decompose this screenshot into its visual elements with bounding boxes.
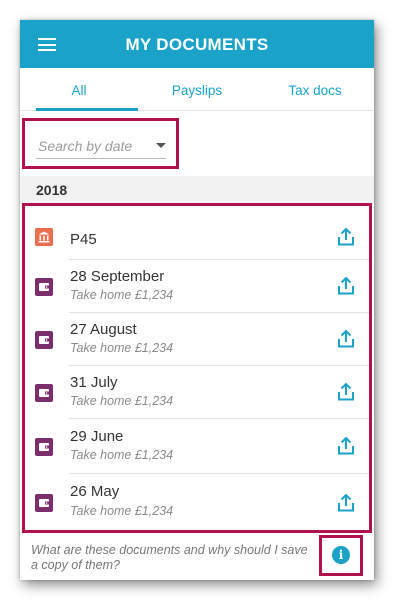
document-title: 26 May [70, 483, 120, 500]
info-highlight: i [319, 535, 363, 576]
document-subtitle: Take home £1,234 [70, 341, 174, 355]
upload-icon[interactable] [336, 436, 356, 456]
info-icon[interactable]: i [332, 546, 350, 564]
chevron-down-icon [156, 143, 166, 148]
list-item[interactable]: 31 July Take home £1,234 [25, 365, 369, 418]
bank-icon [35, 228, 53, 246]
documents-list: P45 28 September Take home £1,234 27 Aug… [22, 203, 372, 533]
list-item[interactable]: 27 August Take home £1,234 [25, 312, 369, 365]
wallet-icon [35, 331, 53, 349]
tab-bar: All Payslips Tax docs [20, 68, 374, 111]
list-item[interactable]: P45 [25, 219, 369, 259]
page-title: MY DOCUMENTS [125, 35, 269, 54]
list-item[interactable]: 26 May Take home £1,234 [25, 473, 369, 530]
document-subtitle: Take home £1,234 [70, 288, 174, 302]
upload-icon[interactable] [336, 276, 356, 296]
document-title: P45 [70, 231, 97, 248]
tab-payslips[interactable]: Payslips [138, 68, 256, 110]
app-screen: MY DOCUMENTS All Payslips Tax docs Searc… [20, 20, 374, 580]
document-subtitle: Take home £1,234 [70, 448, 174, 462]
help-text: What are these documents and why should … [31, 543, 308, 572]
upload-icon[interactable] [336, 382, 356, 402]
upload-icon[interactable] [336, 227, 356, 247]
document-title: 31 July [70, 374, 118, 391]
wallet-icon [35, 438, 53, 456]
search-highlight: Search by date [22, 118, 179, 169]
tab-tax-docs[interactable]: Tax docs [256, 68, 374, 110]
document-subtitle: Take home £1,234 [70, 504, 174, 518]
divider [69, 365, 369, 366]
upload-icon[interactable] [336, 493, 356, 513]
wallet-icon [35, 384, 53, 402]
document-subtitle: Take home £1,234 [70, 394, 174, 408]
divider [69, 473, 369, 474]
year-header: 2018 [20, 176, 374, 204]
document-title: 28 September [70, 268, 165, 285]
search-placeholder: Search by date [38, 138, 133, 154]
wallet-icon [35, 494, 53, 512]
wallet-icon [35, 278, 53, 296]
tab-all[interactable]: All [20, 68, 138, 111]
search-section: Search by date [20, 111, 374, 176]
divider [69, 418, 369, 419]
list-item[interactable]: 28 September Take home £1,234 [25, 259, 369, 312]
divider [69, 312, 369, 313]
search-by-date-dropdown[interactable]: Search by date [36, 135, 166, 159]
app-bar: MY DOCUMENTS [20, 20, 374, 68]
document-title: 27 August [70, 321, 137, 338]
document-title: 29 June [70, 428, 124, 445]
upload-icon[interactable] [336, 329, 356, 349]
divider [69, 259, 369, 260]
list-item[interactable]: 29 June Take home £1,234 [25, 418, 369, 473]
